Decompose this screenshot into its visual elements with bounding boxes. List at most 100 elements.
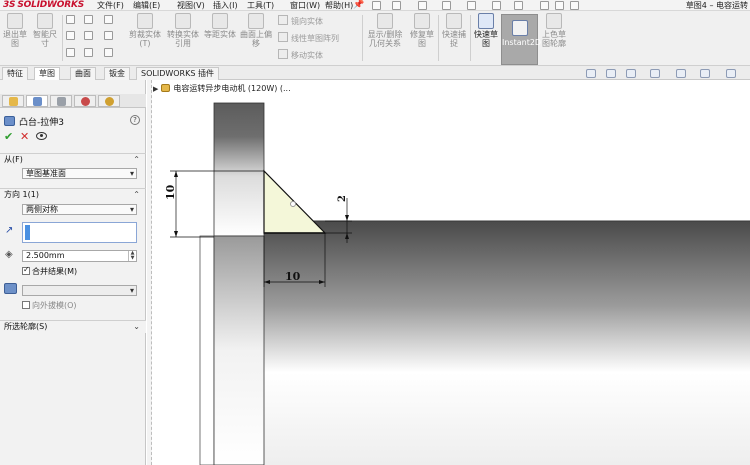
- zoom-area-icon[interactable]: [606, 69, 616, 78]
- print-icon[interactable]: [467, 1, 476, 10]
- gear-icon[interactable]: [570, 1, 579, 10]
- select-icon[interactable]: [514, 1, 523, 10]
- expand-arrow-icon[interactable]: ▶: [153, 85, 158, 93]
- depth-input[interactable]: 2.500mm ▲ ▼: [22, 250, 137, 262]
- motor-body: [264, 221, 750, 465]
- line-icon[interactable]: [66, 15, 75, 24]
- undo-icon[interactable]: [492, 1, 501, 10]
- linear-pattern-tool[interactable]: 线性草图阵列: [278, 32, 339, 43]
- convert-entities-tool[interactable]: 转换实体引用: [166, 13, 200, 48]
- ribbon-separator: [62, 15, 63, 61]
- move-entities-tool[interactable]: 移动实体: [278, 49, 323, 60]
- menu-item-view[interactable]: 视图(V): [177, 0, 205, 11]
- view-orientation-icon[interactable]: [676, 69, 686, 78]
- depth-icon: ◈: [5, 249, 13, 260]
- mirror-entities-tool[interactable]: 镜向实体: [278, 15, 323, 26]
- menu-item-tools[interactable]: 工具(T): [247, 0, 274, 11]
- instant2d-tool[interactable]: Instant2D: [501, 14, 541, 65]
- checkbox-unchecked: [22, 301, 30, 309]
- checkbox-checked: [22, 265, 30, 275]
- pin-icon[interactable]: 📌: [353, 0, 364, 11]
- from-group-header[interactable]: 从(F) ⌃: [0, 153, 146, 166]
- configuration-icon: [56, 97, 66, 106]
- save-icon[interactable]: [442, 1, 451, 10]
- offset-entities-tool[interactable]: 等距实体: [204, 13, 236, 39]
- file-properties-icon[interactable]: [555, 1, 564, 10]
- display-relations-tool[interactable]: 显示/删除几何关系: [366, 13, 404, 48]
- selected-contours-group-header[interactable]: 所选轮廓(S) ⌄: [0, 320, 146, 333]
- tab-features[interactable]: 特征: [2, 67, 28, 80]
- help-icon[interactable]: ?: [130, 115, 140, 125]
- exit-sketch-tool[interactable]: 退出草图: [2, 13, 28, 48]
- display-style-icon[interactable]: [700, 69, 710, 78]
- tab-surfaces[interactable]: 曲面: [70, 67, 96, 80]
- previous-view-icon[interactable]: [626, 69, 636, 78]
- convert-entities-icon: [175, 13, 191, 29]
- solidworks-logo[interactable]: 3S SOLIDWORKS: [3, 0, 84, 11]
- tab-display-manager[interactable]: [98, 95, 120, 107]
- zoom-to-fit-icon[interactable]: [586, 69, 596, 78]
- monitor-icon[interactable]: [726, 69, 736, 78]
- document-title: 草图4 – 电容运转: [685, 1, 748, 10]
- preview-eye-icon[interactable]: [36, 132, 47, 140]
- direction-arrow-icon[interactable]: ↗: [5, 226, 13, 236]
- polygon-icon[interactable]: [104, 31, 113, 40]
- spline-icon[interactable]: [104, 15, 113, 24]
- ok-button[interactable]: ✔: [4, 131, 13, 142]
- shaft-plate-bottom: [213, 235, 265, 465]
- rebuild-icon[interactable]: [540, 1, 549, 10]
- new-document-icon[interactable]: [392, 1, 401, 10]
- rapid-sketch-tool[interactable]: 快速草图: [472, 13, 500, 48]
- direction-group-header[interactable]: 方向 1(1) ⌃: [0, 188, 146, 201]
- tab-sketch[interactable]: 草图: [34, 67, 60, 81]
- tab-dimxpert-manager[interactable]: [74, 95, 96, 107]
- property-manager-icon: [32, 97, 42, 106]
- menu-item-help[interactable]: 帮助(H): [325, 0, 353, 11]
- tab-feature-manager[interactable]: [2, 95, 24, 107]
- offset-on-surface-tool[interactable]: 曲面上偏移: [240, 13, 272, 48]
- direction-reference-field[interactable]: [22, 222, 137, 243]
- cancel-button[interactable]: ✕: [20, 131, 29, 142]
- offset-surface-icon: [248, 13, 264, 29]
- repair-sketch-tool[interactable]: 修复草图: [408, 13, 436, 48]
- smart-dimension-tool[interactable]: 智能尺寸: [32, 13, 58, 48]
- boss-extrude-icon: [4, 116, 15, 126]
- draft-angle-field[interactable]: [22, 285, 137, 296]
- menu-item-insert[interactable]: 插入(I): [213, 0, 238, 11]
- smart-dimension-icon: [37, 13, 53, 29]
- dim-horizontal-value: 10: [285, 270, 301, 283]
- fillet-icon[interactable]: [84, 48, 93, 57]
- text-icon[interactable]: [104, 48, 113, 57]
- from-select[interactable]: 草图基准面: [22, 168, 137, 179]
- depth-spinner[interactable]: ▲ ▼: [128, 251, 136, 261]
- quick-snaps-tool[interactable]: 快速捕捉: [440, 13, 468, 48]
- merge-result-checkbox[interactable]: 合并结果(M): [22, 265, 78, 277]
- trim-entities-tool[interactable]: 剪裁实体(T): [128, 13, 162, 48]
- page-title: 凸台-拉伸3: [19, 118, 64, 128]
- tab-property-manager[interactable]: [26, 95, 48, 107]
- tab-sheet-metal[interactable]: 钣金: [104, 67, 130, 80]
- home-icon[interactable]: [372, 1, 381, 10]
- shaded-contour-icon: [546, 13, 562, 29]
- draft-icon[interactable]: [4, 283, 17, 294]
- end-condition-select[interactable]: 两侧对称: [22, 204, 137, 215]
- slot-icon[interactable]: [84, 31, 93, 40]
- section-view-icon[interactable]: [650, 69, 660, 78]
- menu-item-file[interactable]: 文件(F): [97, 0, 124, 11]
- circle-icon[interactable]: [84, 15, 93, 24]
- dim-vertical-value: 10: [164, 184, 177, 200]
- open-icon[interactable]: [418, 1, 427, 10]
- shaded-sketch-contours-tool[interactable]: 上色草图轮廓: [540, 13, 568, 48]
- direction-group-label: 方向 1(1): [4, 190, 39, 199]
- draft-outward-checkbox[interactable]: 向外拔模(O): [22, 301, 77, 311]
- point-icon[interactable]: [66, 48, 75, 57]
- menu-bar: 3S SOLIDWORKS 文件(F) 编辑(E) 视图(V) 插入(I) 工具(…: [0, 0, 750, 11]
- merge-result-label: 合并结果(M): [32, 267, 78, 276]
- menu-item-edit[interactable]: 编辑(E): [133, 0, 160, 11]
- menu-item-window[interactable]: 窗口(W): [290, 0, 320, 11]
- cursor-icon: [290, 201, 296, 207]
- graphics-area[interactable]: 10 10 2 ▶ 电容运转异步电动机 (120W) (...: [147, 80, 750, 465]
- feature-tree-flyout[interactable]: ▶ 电容运转异步电动机 (120W) (...: [153, 84, 291, 94]
- rectangle-icon[interactable]: [66, 31, 75, 40]
- tab-configuration-manager[interactable]: [50, 95, 72, 107]
